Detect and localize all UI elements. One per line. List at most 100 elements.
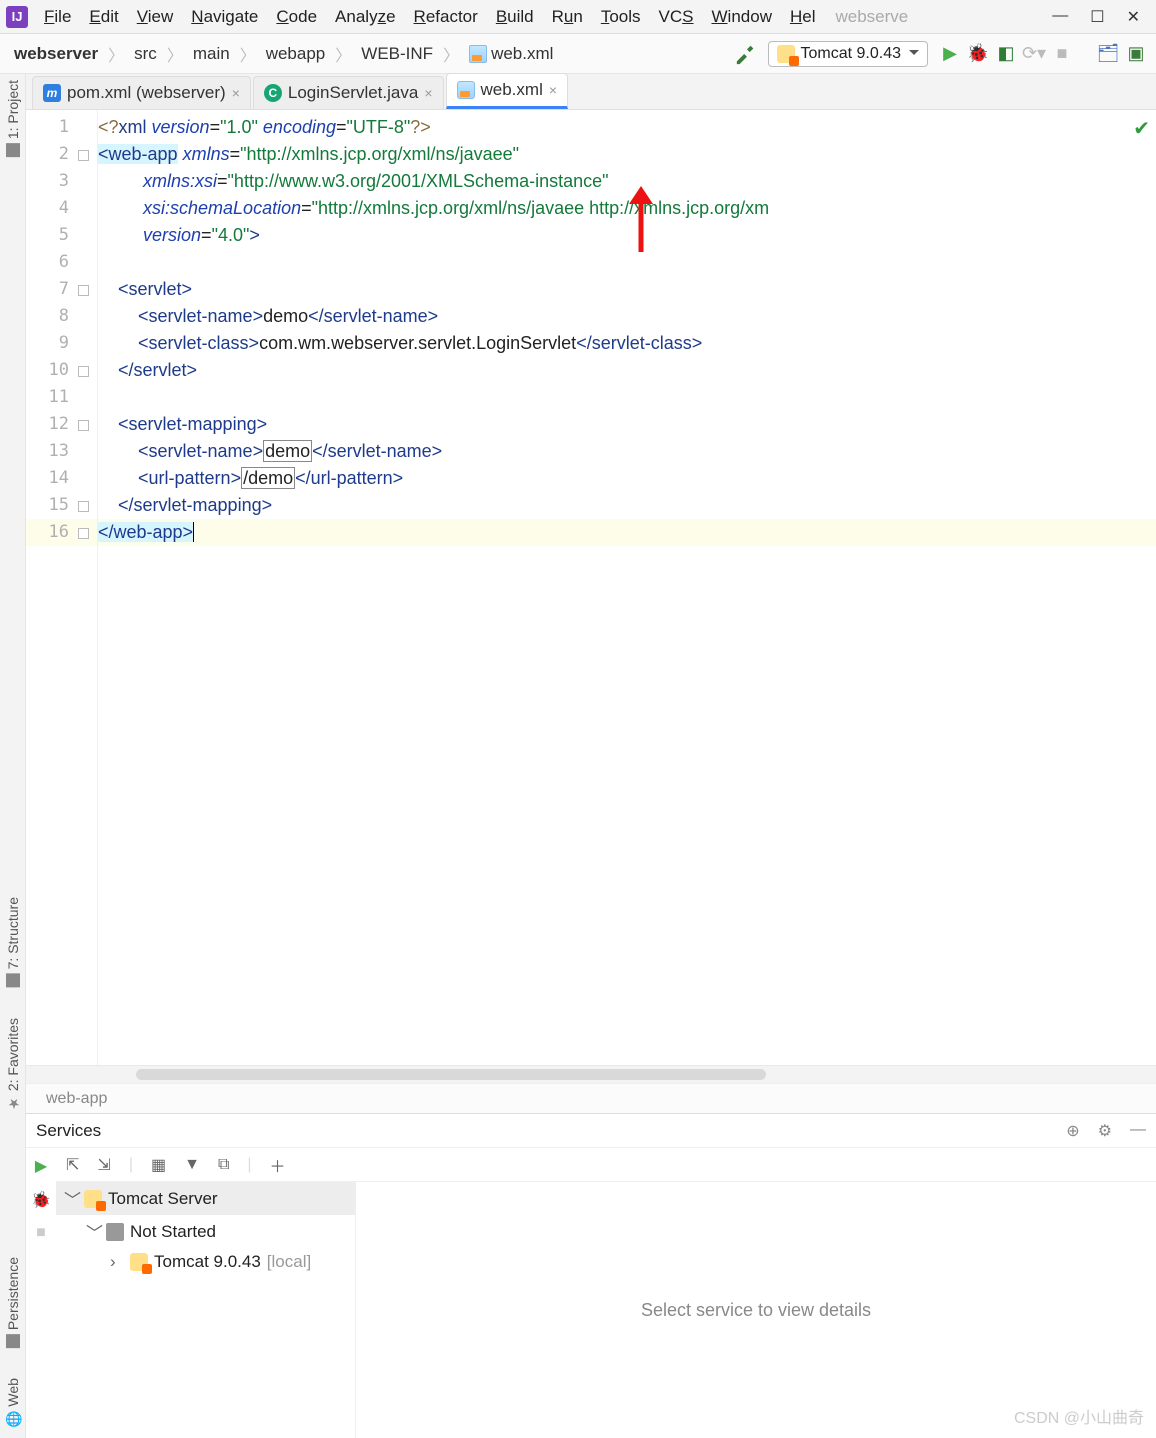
tab-label: LoginServlet.java	[288, 83, 418, 103]
profile-button[interactable]: ⟳▾	[1022, 42, 1046, 66]
menu-file[interactable]: File	[36, 3, 79, 31]
menu-search-hint[interactable]: webserve	[835, 7, 908, 27]
group-icon[interactable]: ▦	[151, 1155, 166, 1175]
tree-row-root[interactable]: ﹀ Tomcat Server	[56, 1182, 355, 1215]
window-close-icon[interactable]: ✕	[1127, 7, 1140, 27]
menu-bar: IJ File Edit View Navigate Code Analyze …	[0, 0, 1156, 34]
tool-persistence[interactable]: Persistence	[5, 1257, 21, 1348]
menu-refactor[interactable]: Refactor	[406, 3, 486, 31]
tab-webxml[interactable]: web.xml ×	[446, 73, 569, 109]
tab-loginservlet[interactable]: C LoginServlet.java ×	[253, 76, 444, 109]
folder-icon	[6, 143, 20, 157]
tomcat-icon	[84, 1190, 102, 1208]
editor-tabs: m pom.xml (webserver) × C LoginServlet.j…	[26, 74, 1156, 110]
breadcrumb-project[interactable]: webserver	[8, 42, 104, 66]
update-project-icon[interactable]: 🗂	[1096, 42, 1120, 66]
settings-gear-icon[interactable]: ⚙	[1098, 1121, 1112, 1141]
tree-suffix: [local]	[267, 1252, 311, 1272]
close-icon[interactable]: ×	[424, 85, 432, 101]
editor-breadcrumb[interactable]: web-app	[26, 1083, 1156, 1113]
services-run-rail: ▶ 🐞 ■	[26, 1148, 56, 1438]
menu-run[interactable]: Run	[544, 3, 591, 31]
breadcrumb-file[interactable]: web.xml	[463, 42, 559, 66]
expand-all-icon[interactable]: ⇱	[66, 1155, 79, 1175]
persistence-icon	[6, 1334, 20, 1348]
menu-window[interactable]: Window	[704, 3, 780, 31]
left-tool-rail: 1: Project 7: Structure ★2: Favorites Pe…	[0, 74, 26, 1438]
stop-icon[interactable]: ■	[36, 1224, 46, 1242]
tool-project[interactable]: 1: Project	[5, 80, 21, 157]
menu-vcs[interactable]: VCS	[651, 3, 702, 31]
menu-build[interactable]: Build	[488, 3, 542, 31]
breadcrumb-file-label: web.xml	[491, 44, 553, 64]
tool-favorites[interactable]: ★2: Favorites	[5, 1018, 21, 1111]
navigation-toolbar: webserver 〉 src 〉 main 〉 webapp 〉 WEB-IN…	[0, 34, 1156, 74]
tomcat-icon	[777, 45, 795, 63]
menu-view[interactable]: View	[129, 3, 182, 31]
tab-label: web.xml	[481, 80, 543, 100]
services-detail: Select service to view details	[356, 1182, 1156, 1438]
run-config-selector[interactable]: Tomcat 9.0.43	[768, 41, 929, 67]
breadcrumb-src[interactable]: src	[128, 42, 163, 66]
close-icon[interactable]: ×	[549, 82, 557, 98]
editor-content[interactable]: <?xml version="1.0" encoding="UTF-8"?><w…	[98, 110, 1156, 1065]
tree-label: Tomcat Server	[108, 1189, 218, 1209]
add-service-icon[interactable]: ＋	[270, 1153, 286, 1177]
search-everywhere-icon[interactable]: ▣	[1124, 42, 1148, 66]
services-toolbar: ⇱ ⇲ | ▦ ▼ ⧉ | ＋	[56, 1148, 1156, 1182]
wrench-icon	[106, 1223, 124, 1241]
breadcrumb-webinf[interactable]: WEB-INF	[355, 42, 439, 66]
code-editor[interactable]: ✔ 12345678910111213141516 <?xml version=…	[26, 110, 1156, 1065]
structure-icon	[6, 974, 20, 988]
chevron-down-icon[interactable]: ﹀	[64, 1186, 78, 1211]
maven-icon: m	[43, 84, 61, 102]
debug-icon[interactable]: 🐞	[31, 1190, 51, 1210]
breadcrumb-webapp[interactable]: webapp	[260, 42, 332, 66]
tree-label: Not Started	[130, 1222, 216, 1242]
menu-analyze[interactable]: Analyze	[327, 3, 404, 31]
menu-help[interactable]: Hel	[782, 3, 824, 31]
tool-structure[interactable]: 7: Structure	[5, 897, 21, 987]
layout-icon[interactable]: ⧉	[218, 1156, 229, 1174]
chevron-down-icon[interactable]: ﹀	[86, 1219, 100, 1244]
run-button[interactable]: ▶	[938, 42, 962, 66]
java-class-icon: C	[264, 84, 282, 102]
services-panel: Services ⊕ ⚙ — ▶ 🐞 ■ ⇱ ⇲ |	[26, 1113, 1156, 1438]
inspection-ok-icon[interactable]: ✔	[1133, 116, 1150, 141]
breadcrumb-sep: 〉	[108, 42, 124, 66]
xml-file-icon	[469, 45, 487, 63]
breadcrumb-main[interactable]: main	[187, 42, 236, 66]
build-hammer-icon[interactable]	[734, 42, 758, 66]
close-icon[interactable]: ×	[232, 85, 240, 101]
services-title: Services	[36, 1121, 101, 1141]
locate-icon[interactable]: ⊕	[1066, 1121, 1079, 1141]
watermark: CSDN @小山曲奇	[1014, 1404, 1144, 1428]
tomcat-icon	[130, 1253, 148, 1271]
xml-file-icon	[457, 81, 475, 99]
menu-tools[interactable]: Tools	[593, 3, 649, 31]
tool-web[interactable]: 🌐Web	[5, 1378, 21, 1428]
menu-code[interactable]: Code	[268, 3, 325, 31]
tree-row-leaf[interactable]: › Tomcat 9.0.43 [local]	[56, 1248, 355, 1276]
editor-gutter[interactable]: 12345678910111213141516	[26, 110, 98, 1065]
window-minimize-icon[interactable]: —	[1052, 7, 1068, 27]
stop-button[interactable]: ■	[1050, 42, 1074, 66]
tab-label: pom.xml (webserver)	[67, 83, 226, 103]
coverage-button[interactable]: ◧	[994, 42, 1018, 66]
debug-button[interactable]: 🐞	[966, 42, 990, 66]
tab-pom[interactable]: m pom.xml (webserver) ×	[32, 76, 251, 109]
window-maximize-icon[interactable]: ☐	[1090, 7, 1104, 27]
menu-edit[interactable]: Edit	[81, 3, 126, 31]
collapse-all-icon[interactable]: ⇲	[97, 1155, 110, 1175]
run-icon[interactable]: ▶	[35, 1156, 47, 1176]
tree-label: Tomcat 9.0.43	[154, 1252, 261, 1272]
chevron-right-icon[interactable]: ›	[110, 1252, 124, 1272]
tree-row-status[interactable]: ﹀ Not Started	[56, 1215, 355, 1248]
app-logo-icon: IJ	[6, 6, 28, 28]
hide-panel-icon[interactable]: —	[1130, 1121, 1146, 1141]
services-tree[interactable]: ﹀ Tomcat Server ﹀ Not Started ›	[56, 1182, 356, 1438]
filter-icon[interactable]: ▼	[184, 1156, 200, 1174]
editor-horizontal-scrollbar[interactable]	[26, 1065, 1156, 1083]
run-config-label: Tomcat 9.0.43	[801, 45, 902, 63]
menu-navigate[interactable]: Navigate	[183, 3, 266, 31]
